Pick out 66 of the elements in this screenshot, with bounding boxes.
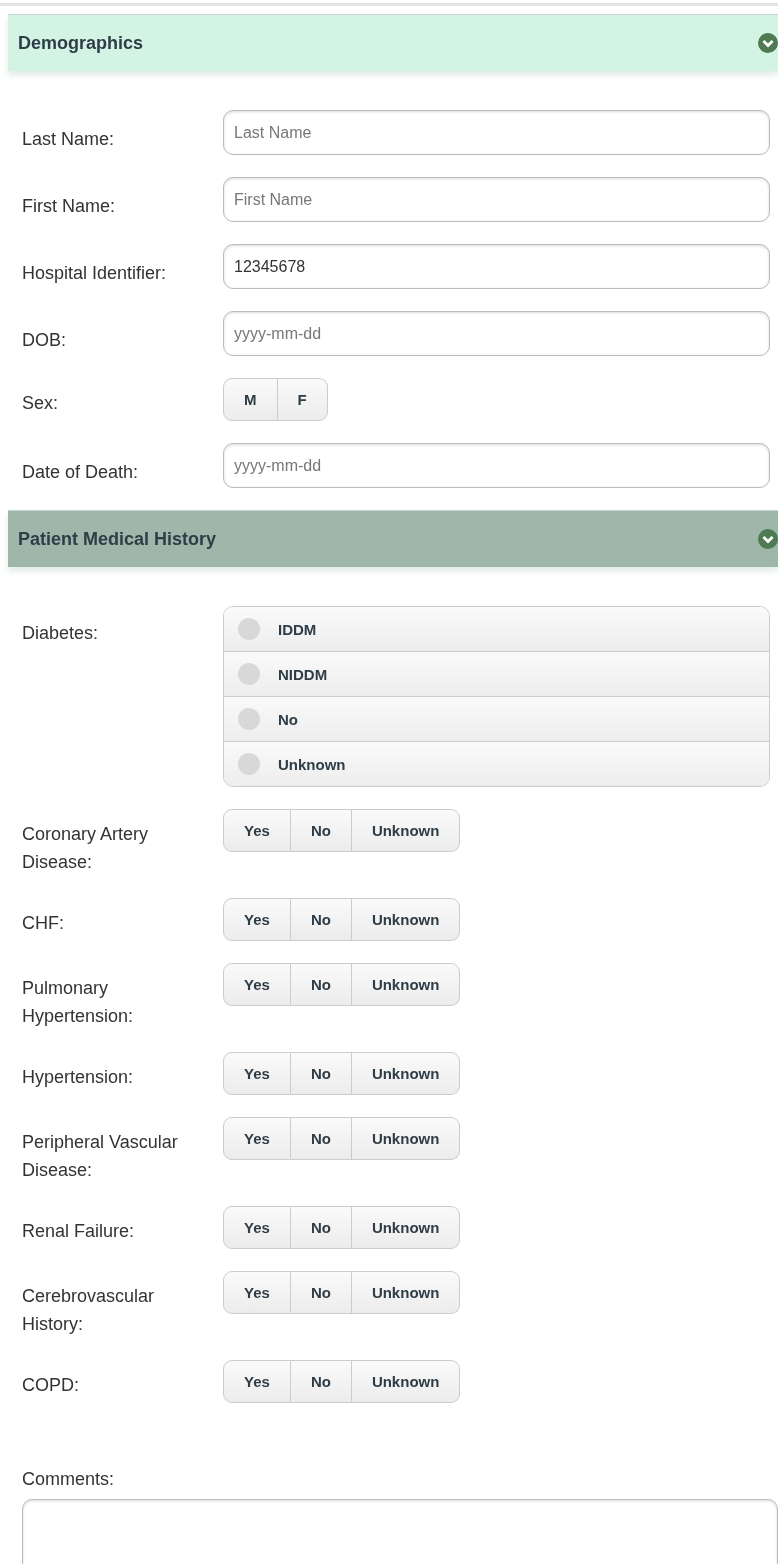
option-button[interactable]: No — [290, 809, 352, 852]
input-field[interactable]: 12345678 — [223, 244, 770, 289]
radio-button[interactable] — [238, 618, 260, 640]
option-button[interactable]: No — [290, 1360, 352, 1403]
option-button[interactable]: Yes — [223, 1052, 291, 1095]
option-button[interactable]: Yes — [223, 1206, 291, 1249]
option-button[interactable]: F — [277, 378, 328, 421]
field-label: COPD: — [22, 1374, 80, 1397]
option-button[interactable]: Yes — [223, 898, 291, 941]
field-label: Comments: — [22, 1468, 116, 1491]
option-button[interactable]: Unknown — [351, 1117, 461, 1160]
input-field[interactable]: yyyy-mm-dd — [223, 443, 770, 488]
option-button[interactable]: No — [290, 1206, 352, 1249]
option-button[interactable]: Yes — [223, 809, 291, 852]
option-button[interactable]: No — [290, 898, 352, 941]
field-label: Diabetes: — [22, 622, 100, 645]
input-field[interactable]: yyyy-mm-dd — [223, 311, 770, 356]
section-header[interactable]: Demographics — [8, 14, 778, 71]
option-label: No — [278, 710, 298, 728]
field-label: Cerebrovascular History: — [22, 1285, 156, 1336]
input-field[interactable]: Last Name — [223, 110, 770, 155]
option-label: Unknown — [278, 755, 346, 773]
field-label: Peripheral Vascular Disease: — [22, 1131, 179, 1182]
radio-option[interactable]: Unknown — [224, 741, 769, 786]
section-title: Demographics — [18, 32, 144, 54]
option-button[interactable]: Unknown — [351, 1271, 461, 1314]
comments-field[interactable] — [22, 1499, 778, 1564]
option-label: NIDDM — [278, 665, 328, 683]
option-button[interactable]: Unknown — [351, 898, 461, 941]
field-label: Hypertension: — [22, 1066, 135, 1089]
option-button[interactable]: Unknown — [351, 963, 461, 1006]
radio-option[interactable]: No — [224, 696, 769, 741]
field-label: DOB: — [22, 329, 67, 352]
field-label: First Name: — [22, 195, 116, 218]
field-label: Date of Death: — [22, 461, 140, 484]
field-label: Coronary Artery Disease: — [22, 823, 150, 874]
radio-button[interactable] — [238, 708, 260, 730]
radio-button[interactable] — [238, 753, 260, 775]
radio-option[interactable]: IDDM — [224, 607, 769, 651]
radio-button[interactable] — [238, 663, 260, 685]
field-label: Hospital Identifier: — [22, 262, 168, 285]
input-field[interactable]: First Name — [223, 177, 770, 222]
field-label: Last Name: — [22, 128, 116, 151]
field-label: Renal Failure: — [22, 1220, 136, 1243]
option-button[interactable]: No — [290, 963, 352, 1006]
section-title: Patient Medical History — [18, 528, 217, 550]
section-header[interactable]: Patient Medical History — [8, 510, 778, 567]
option-button[interactable]: Yes — [223, 1360, 291, 1403]
option-button[interactable]: Yes — [223, 963, 291, 1006]
option-button[interactable]: M — [223, 378, 278, 421]
field-label: Pulmonary Hypertension: — [22, 977, 135, 1028]
chevron-down-icon[interactable] — [758, 529, 778, 549]
option-button[interactable]: No — [290, 1052, 352, 1095]
radio-option[interactable]: NIDDM — [224, 651, 769, 696]
field-label: Sex: — [22, 392, 60, 415]
chevron-down-icon[interactable] — [758, 33, 778, 53]
option-button[interactable]: Unknown — [351, 1360, 461, 1403]
option-button[interactable]: Yes — [223, 1271, 291, 1314]
option-button[interactable]: No — [290, 1117, 352, 1160]
option-button[interactable]: Unknown — [351, 809, 461, 852]
option-label: IDDM — [278, 620, 317, 638]
option-button[interactable]: Unknown — [351, 1052, 461, 1095]
field-label: CHF: — [22, 912, 65, 935]
option-button[interactable]: Yes — [223, 1117, 291, 1160]
option-button[interactable]: Unknown — [351, 1206, 461, 1249]
option-button[interactable]: No — [290, 1271, 352, 1314]
